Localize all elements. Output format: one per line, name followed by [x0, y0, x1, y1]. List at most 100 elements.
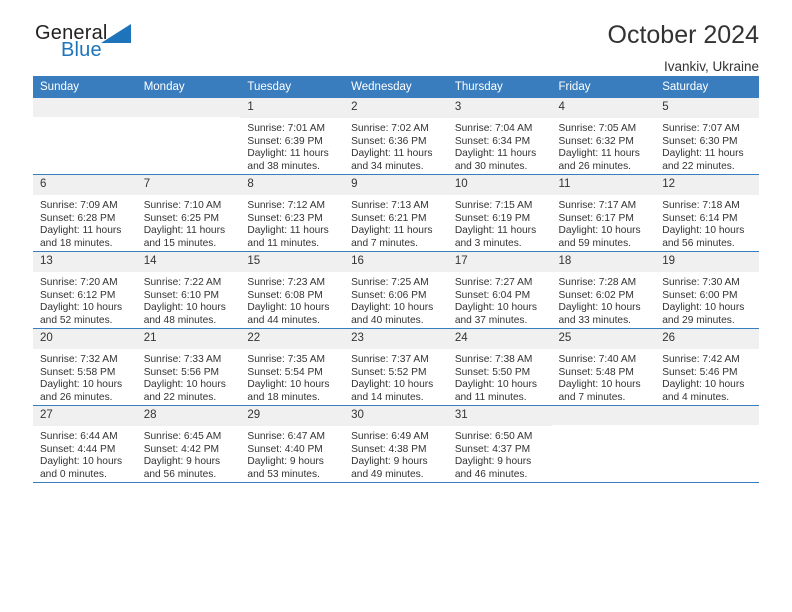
day-number: 24	[447, 329, 552, 349]
day-details: Sunrise: 7:30 AM Sunset: 6:00 PM Dayligh…	[655, 272, 759, 327]
day-cell[interactable]: 30 Sunrise: 6:49 AM Sunset: 4:38 PM Dayl…	[344, 405, 448, 483]
sunrise-text: Sunrise: 7:30 AM	[662, 277, 740, 288]
daylight-text-line1: Daylight: 10 hours	[40, 302, 123, 314]
week-row: 13 Sunrise: 7:20 AM Sunset: 6:12 PM Dayl…	[33, 251, 759, 329]
day-cell[interactable]: 28 Sunrise: 6:45 AM Sunset: 4:42 PM Dayl…	[136, 405, 241, 483]
daylight-text-line2: and 7 minutes.	[351, 237, 418, 249]
sunrise-text: Sunrise: 7:13 AM	[351, 200, 429, 211]
sunset-text: Sunset: 5:50 PM	[454, 366, 531, 378]
sunset-text: Sunset: 4:37 PM	[454, 443, 531, 455]
sunrise-text: Sunrise: 7:25 AM	[351, 277, 429, 288]
calendar-body: 1 Sunrise: 7:01 AM Sunset: 6:39 PM Dayli…	[33, 98, 759, 483]
daylight-text-line1: Daylight: 10 hours	[351, 379, 434, 391]
week-row: 1 Sunrise: 7:01 AM Sunset: 6:39 PM Dayli…	[33, 98, 759, 175]
day-number	[33, 98, 137, 117]
day-number: 5	[655, 98, 759, 118]
day-details: Sunrise: 6:44 AM Sunset: 4:44 PM Dayligh…	[33, 426, 137, 481]
page-header: General Blue October 2024 Ivankiv, Ukrai…	[33, 0, 760, 73]
day-details: Sunrise: 7:22 AM Sunset: 6:10 PM Dayligh…	[137, 272, 241, 327]
day-cell[interactable]: 16 Sunrise: 7:25 AM Sunset: 6:06 PM Dayl…	[344, 251, 448, 329]
daylight-text-line2: and 26 minutes.	[40, 391, 113, 403]
sunrise-text: Sunrise: 7:18 AM	[662, 200, 740, 211]
daylight-text-line1: Daylight: 11 hours	[662, 148, 744, 160]
day-cell[interactable]: 31 Sunrise: 6:50 AM Sunset: 4:37 PM Dayl…	[447, 405, 552, 483]
day-cell[interactable]: 19 Sunrise: 7:30 AM Sunset: 6:00 PM Dayl…	[655, 251, 759, 329]
daylight-text-line2: and 53 minutes.	[247, 468, 320, 480]
sunset-text: Sunset: 5:52 PM	[351, 366, 427, 378]
day-cell[interactable]: 27 Sunrise: 6:44 AM Sunset: 4:44 PM Dayl…	[33, 405, 137, 483]
daylight-text-line1: Daylight: 10 hours	[662, 379, 745, 391]
day-cell[interactable]: 15 Sunrise: 7:23 AM Sunset: 6:08 PM Dayl…	[240, 251, 345, 329]
day-details: Sunrise: 7:32 AM Sunset: 5:58 PM Dayligh…	[33, 349, 137, 404]
day-number: 16	[344, 252, 448, 272]
daylight-text-line1: Daylight: 9 hours	[247, 456, 324, 468]
sunrise-text: Sunrise: 7:32 AM	[40, 354, 118, 365]
daylight-text-line1: Daylight: 10 hours	[558, 379, 641, 391]
day-number: 14	[136, 252, 241, 272]
day-cell[interactable]: 11 Sunrise: 7:17 AM Sunset: 6:17 PM Dayl…	[551, 174, 656, 252]
day-details: Sunrise: 7:42 AM Sunset: 5:46 PM Dayligh…	[655, 349, 759, 404]
sunset-text: Sunset: 5:58 PM	[40, 366, 116, 378]
day-cell[interactable]: 9 Sunrise: 7:13 AM Sunset: 6:21 PM Dayli…	[344, 174, 448, 252]
daylight-text-line1: Daylight: 10 hours	[454, 379, 537, 391]
day-number: 27	[33, 406, 137, 426]
day-cell[interactable]: 6 Sunrise: 7:09 AM Sunset: 6:28 PM Dayli…	[33, 174, 137, 252]
day-cell[interactable]: 7 Sunrise: 7:10 AM Sunset: 6:25 PM Dayli…	[136, 174, 241, 252]
week-row: 27 Sunrise: 6:44 AM Sunset: 4:44 PM Dayl…	[33, 405, 759, 483]
daylight-text-line2: and 4 minutes.	[662, 391, 730, 403]
day-number: 2	[344, 98, 448, 118]
day-cell[interactable]: 23 Sunrise: 7:37 AM Sunset: 5:52 PM Dayl…	[344, 328, 448, 406]
day-cell[interactable]: 5 Sunrise: 7:07 AM Sunset: 6:30 PM Dayli…	[655, 98, 759, 175]
day-number	[551, 406, 656, 425]
day-cell[interactable]: 20 Sunrise: 7:32 AM Sunset: 5:58 PM Dayl…	[33, 328, 137, 406]
daylight-text-line2: and 38 minutes.	[247, 160, 320, 172]
day-cell[interactable]: 12 Sunrise: 7:18 AM Sunset: 6:14 PM Dayl…	[655, 174, 759, 252]
day-details: Sunrise: 6:49 AM Sunset: 4:38 PM Dayligh…	[344, 426, 448, 481]
day-cell[interactable]: 29 Sunrise: 6:47 AM Sunset: 4:40 PM Dayl…	[240, 405, 345, 483]
page-title: October 2024	[607, 21, 760, 49]
sunset-text: Sunset: 6:30 PM	[662, 135, 738, 147]
daylight-text-line2: and 29 minutes.	[662, 314, 735, 326]
day-cell[interactable]: 22 Sunrise: 7:35 AM Sunset: 5:54 PM Dayl…	[240, 328, 345, 406]
sunset-text: Sunset: 6:34 PM	[454, 135, 531, 147]
daylight-text-line2: and 33 minutes.	[558, 314, 632, 326]
day-details: Sunrise: 7:15 AM Sunset: 6:19 PM Dayligh…	[448, 195, 552, 250]
day-cell[interactable]: 24 Sunrise: 7:38 AM Sunset: 5:50 PM Dayl…	[447, 328, 552, 406]
daylight-text-line1: Daylight: 10 hours	[247, 302, 330, 314]
day-number: 22	[240, 329, 345, 349]
day-cell[interactable]: 1 Sunrise: 7:01 AM Sunset: 6:39 PM Dayli…	[240, 98, 345, 175]
sunset-text: Sunset: 6:17 PM	[558, 212, 634, 224]
sunset-text: Sunset: 6:00 PM	[662, 289, 738, 301]
day-cell[interactable]: 10 Sunrise: 7:15 AM Sunset: 6:19 PM Dayl…	[447, 174, 552, 252]
day-cell[interactable]: 8 Sunrise: 7:12 AM Sunset: 6:23 PM Dayli…	[240, 174, 345, 252]
day-cell[interactable]: 4 Sunrise: 7:05 AM Sunset: 6:32 PM Dayli…	[551, 98, 656, 175]
day-cell[interactable]: 13 Sunrise: 7:20 AM Sunset: 6:12 PM Dayl…	[33, 251, 137, 329]
day-details: Sunrise: 7:23 AM Sunset: 6:08 PM Dayligh…	[240, 272, 344, 327]
sunrise-text: Sunrise: 7:10 AM	[143, 200, 222, 211]
day-number: 17	[447, 252, 552, 272]
day-details: Sunrise: 7:10 AM Sunset: 6:25 PM Dayligh…	[137, 195, 241, 250]
day-cell	[551, 405, 656, 483]
sunrise-text: Sunrise: 6:49 AM	[351, 431, 429, 442]
day-cell[interactable]: 26 Sunrise: 7:42 AM Sunset: 5:46 PM Dayl…	[655, 328, 759, 406]
day-number: 12	[655, 175, 759, 195]
daylight-text-line1: Daylight: 9 hours	[143, 456, 221, 468]
day-cell[interactable]: 21 Sunrise: 7:33 AM Sunset: 5:56 PM Dayl…	[136, 328, 241, 406]
sunrise-text: Sunrise: 6:44 AM	[40, 431, 118, 442]
daylight-text-line1: Daylight: 11 hours	[351, 148, 433, 160]
day-cell[interactable]: 14 Sunrise: 7:22 AM Sunset: 6:10 PM Dayl…	[136, 251, 241, 329]
day-cell[interactable]: 3 Sunrise: 7:04 AM Sunset: 6:34 PM Dayli…	[447, 98, 552, 175]
day-cell[interactable]: 2 Sunrise: 7:02 AM Sunset: 6:36 PM Dayli…	[344, 98, 448, 175]
day-number: 19	[655, 252, 759, 272]
day-cell[interactable]: 18 Sunrise: 7:28 AM Sunset: 6:02 PM Dayl…	[551, 251, 656, 329]
daylight-text-line2: and 11 minutes.	[454, 391, 527, 403]
sunrise-text: Sunrise: 7:20 AM	[40, 277, 118, 288]
day-cell[interactable]: 17 Sunrise: 7:27 AM Sunset: 6:04 PM Dayl…	[447, 251, 552, 329]
day-cell[interactable]: 25 Sunrise: 7:40 AM Sunset: 5:48 PM Dayl…	[551, 328, 656, 406]
general-blue-logo[interactable]: General Blue	[33, 22, 153, 72]
sunrise-text: Sunrise: 7:04 AM	[454, 123, 533, 134]
daylight-text-line2: and 56 minutes.	[143, 468, 217, 480]
daylight-text-line1: Daylight: 9 hours	[454, 456, 532, 468]
sunset-text: Sunset: 6:14 PM	[662, 212, 738, 224]
weekday-header-wednesday: Wednesday	[344, 76, 448, 98]
